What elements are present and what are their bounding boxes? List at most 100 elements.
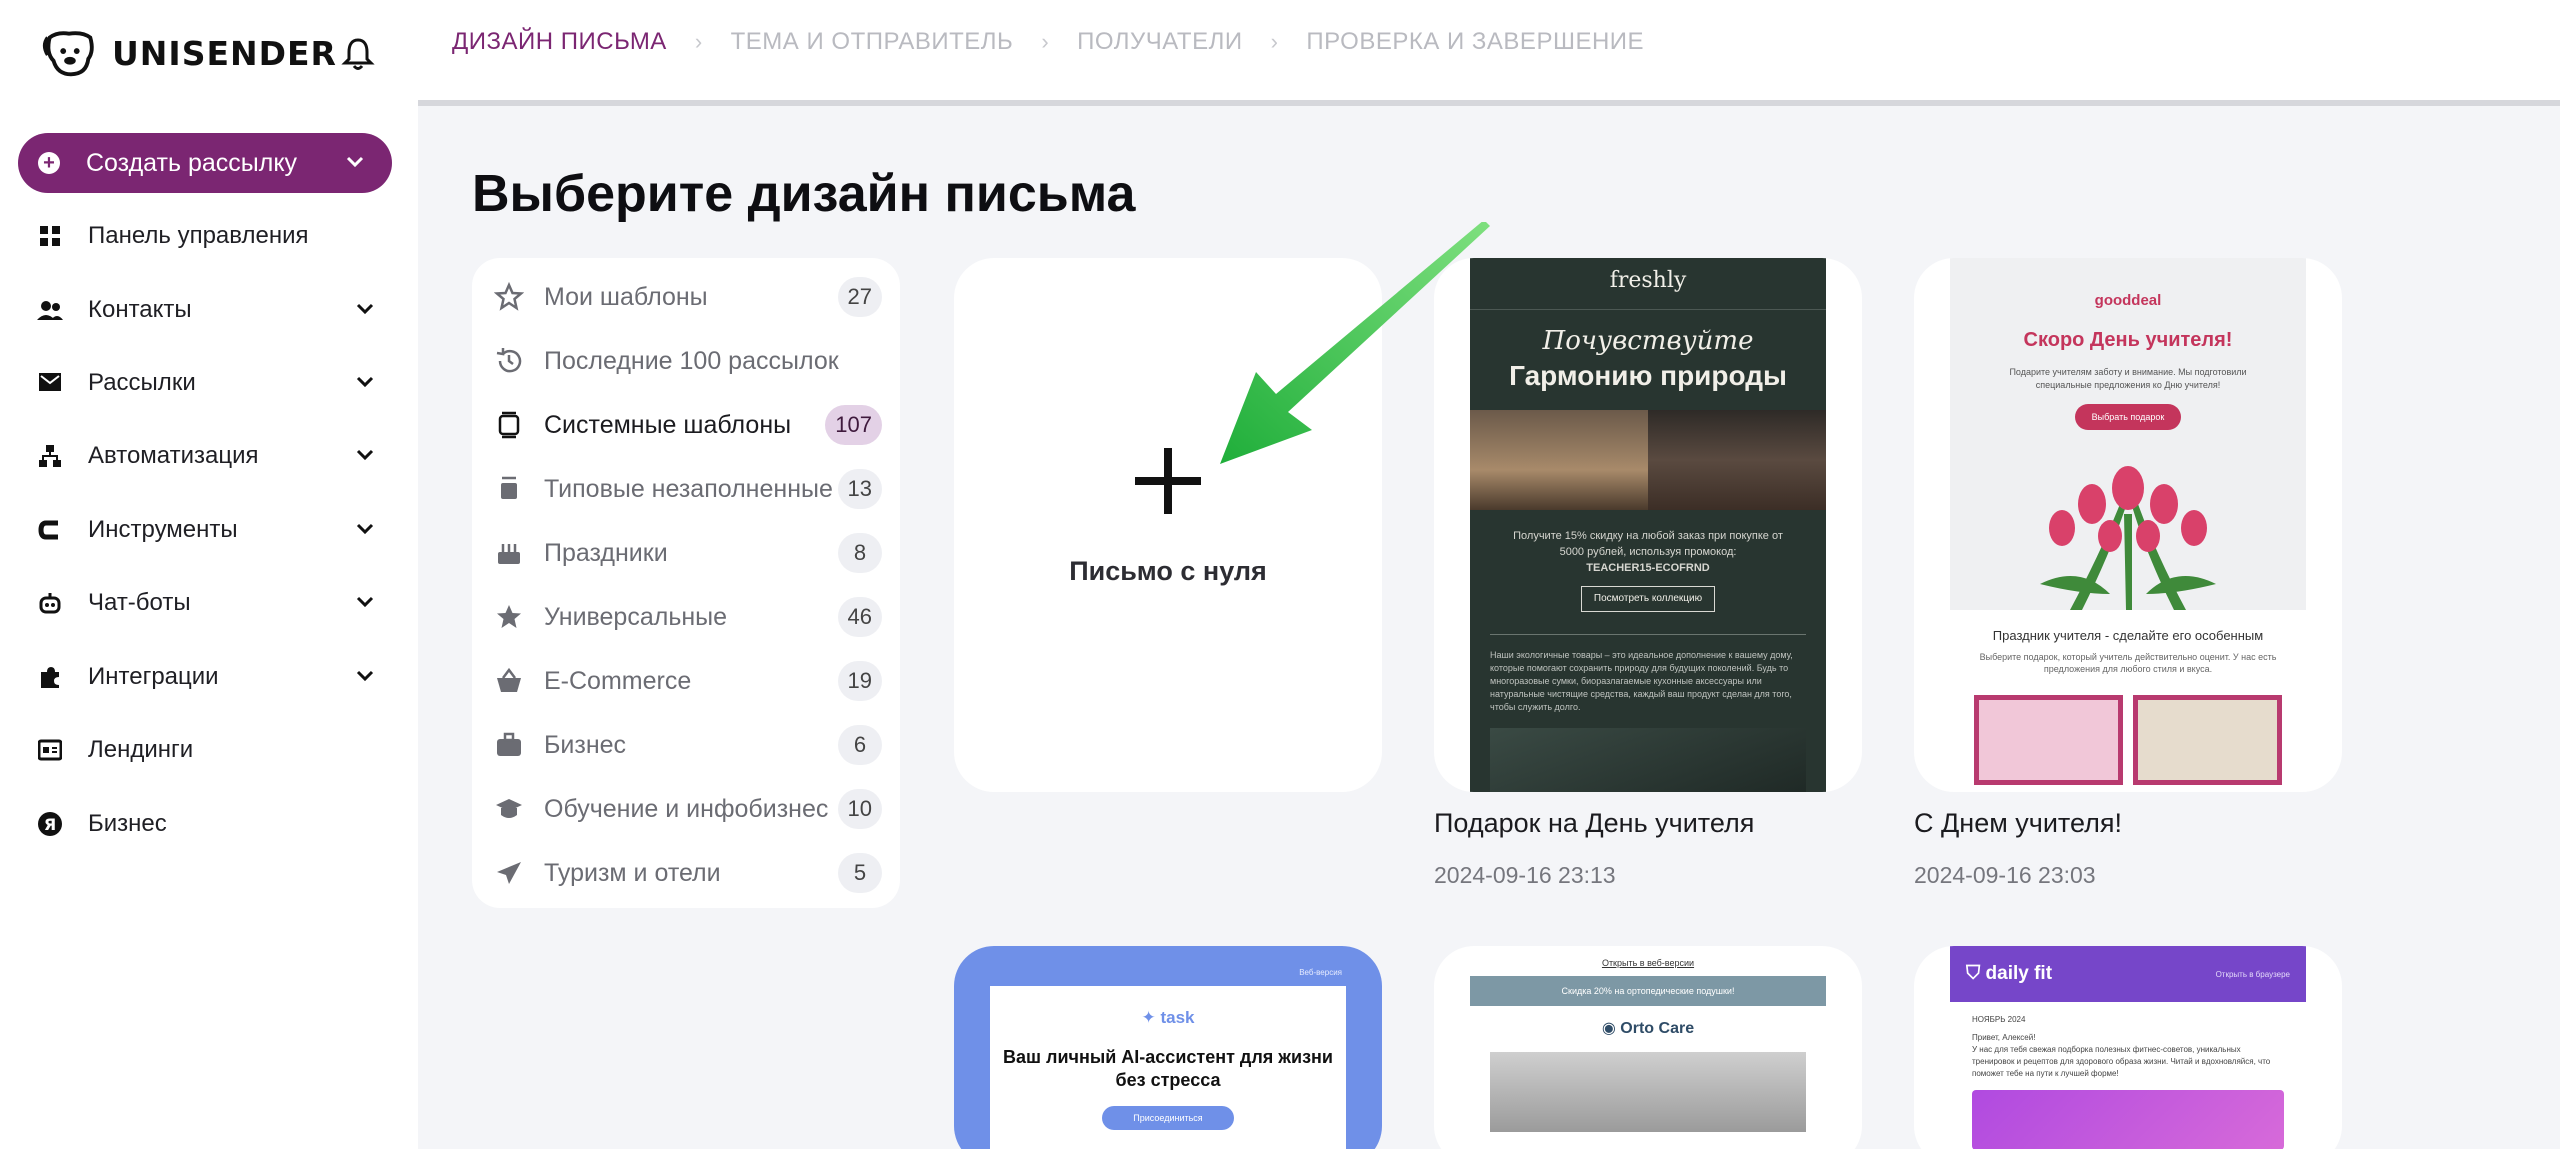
- plus-icon: [1135, 448, 1201, 514]
- create-campaign-button[interactable]: + Создать рассылку: [18, 133, 392, 193]
- category-label: Бизнес: [544, 730, 627, 759]
- preview-pillow-image: [1490, 1052, 1806, 1132]
- sidebar-item-label: Интеграции: [88, 663, 219, 690]
- preview-button: Выбрать подарок: [2075, 404, 2181, 430]
- category-last-100[interactable]: Последние 100 рассылок: [492, 336, 882, 386]
- preview-product-images: [1950, 675, 2306, 785]
- category-holidays[interactable]: Праздники 8: [492, 528, 882, 578]
- template-card-teacher-gift[interactable]: freshly Почувствуйте Гармонию природы По…: [1434, 258, 1862, 792]
- category-my-templates[interactable]: Мои шаблоны 27: [492, 272, 882, 322]
- category-tourism[interactable]: Туризм и отели 5: [492, 848, 882, 898]
- landing-icon: [36, 736, 64, 764]
- sidebar-item-landings[interactable]: Лендинги: [36, 726, 376, 774]
- preview-button: Посмотреть коллекцию: [1581, 586, 1715, 612]
- templates-icon: [492, 408, 526, 442]
- category-count: 8: [838, 533, 882, 573]
- tools-icon: [36, 516, 64, 544]
- sidebar-item-dashboard[interactable]: Панель управления: [36, 212, 376, 260]
- chatbot-icon: [36, 589, 64, 617]
- preview-discount-band: Скидка 20% на ортопедические подушки!: [1470, 976, 1826, 1006]
- preview-web-version-tag: Веб-версия: [1299, 968, 1342, 977]
- preview-brand: gooddeal: [2094, 292, 2162, 309]
- chevron-down-icon: [356, 449, 374, 461]
- template-preview: Открыть в веб-версии Скидка 20% на ортоп…: [1470, 958, 1826, 1132]
- star-icon: [492, 280, 526, 314]
- preview-button: Присоединиться: [1102, 1106, 1234, 1130]
- template-preview: ⛉ daily fit Открыть в браузере НОЯБРЬ 20…: [1950, 946, 2306, 1149]
- category-count: 5: [838, 853, 882, 893]
- sidebar-item-chatbots[interactable]: Чат-боты: [36, 579, 376, 627]
- category-count: 27: [837, 277, 882, 317]
- step-subject-sender[interactable]: ТЕМА И ОТПРАВИТЕЛЬ: [731, 28, 1014, 56]
- sidebar-item-label: Чат-боты: [88, 589, 191, 616]
- preview-promo-highlight: 15% скидку: [1564, 530, 1624, 542]
- category-count: 10: [837, 789, 882, 829]
- sidebar-item-label: Автоматизация: [88, 442, 259, 469]
- wizard-steps: ДИЗАЙН ПИСЬМА › ТЕМА И ОТПРАВИТЕЛЬ › ПОЛ…: [452, 28, 1644, 56]
- shield-icon: ⛉: [1966, 963, 1986, 984]
- mail-icon: [36, 369, 64, 397]
- template-date: 2024-09-16 23:13: [1434, 862, 1616, 888]
- category-label: Типовые незаполненные: [544, 474, 833, 503]
- category-label: Последние 100 рассылок: [544, 346, 839, 375]
- dashboard-icon: [36, 222, 64, 250]
- sidebar-item-tools[interactable]: Инструменты: [36, 506, 376, 554]
- category-education[interactable]: Обучение и инфобизнес 10: [492, 784, 882, 834]
- wizard-steps-bar: ДИЗАЙН ПИСЬМА › ТЕМА И ОТПРАВИТЕЛЬ › ПОЛ…: [418, 0, 2560, 106]
- step-recipients[interactable]: ПОЛУЧАТЕЛИ: [1077, 28, 1242, 56]
- category-ecommerce[interactable]: E-Commerce 19: [492, 656, 882, 706]
- step-design[interactable]: ДИЗАЙН ПИСЬМА: [452, 28, 667, 56]
- category-system-templates[interactable]: Системные шаблоны 107: [492, 400, 882, 450]
- template-name: Подарок на День учителя: [1434, 808, 1755, 838]
- template-card-daily-fit[interactable]: ⛉ daily fit Открыть в браузере НОЯБРЬ 20…: [1914, 946, 2342, 1149]
- preview-photos: [1470, 410, 1826, 510]
- puzzle-icon: [36, 663, 64, 691]
- history-icon: [492, 344, 526, 378]
- category-business[interactable]: Бизнес 6: [492, 720, 882, 770]
- preview-promo-prefix: Получите: [1513, 530, 1562, 542]
- graduation-icon: [492, 792, 526, 826]
- basket-icon: [492, 664, 526, 698]
- sidebar-item-automation[interactable]: Автоматизация: [36, 432, 376, 480]
- preview-brand: ✦ task: [1141, 1008, 1195, 1027]
- category-label: Мои шаблоны: [544, 282, 708, 311]
- category-label: Системные шаблоны: [544, 410, 792, 439]
- template-date: 2024-09-16 23:03: [1914, 862, 2096, 888]
- chevron-down-icon: [356, 523, 374, 535]
- plus-circle-icon: +: [38, 152, 60, 174]
- template-categories: Мои шаблоны 27 Последние 100 рассылок Си…: [472, 258, 900, 908]
- contacts-icon: [36, 296, 64, 324]
- chevron-down-icon: [346, 156, 364, 168]
- category-count: 107: [825, 405, 882, 445]
- blank-letter-card[interactable]: Письмо с нуля: [954, 258, 1382, 792]
- automation-icon: [36, 442, 64, 470]
- sidebar-item-integrations[interactable]: Интеграции: [36, 653, 376, 701]
- chevron-right-icon: ›: [694, 29, 703, 54]
- yandex-icon: Я: [36, 810, 64, 838]
- step-review-finish[interactable]: ПРОВЕРКА И ЗАВЕРШЕНИЕ: [1306, 28, 1644, 56]
- preview-tulips-image: [1950, 444, 2306, 610]
- preview-heading-italic: Почувствуйте: [1542, 326, 1754, 356]
- category-blank-standard[interactable]: Типовые незаполненные 13: [492, 464, 882, 514]
- chevron-down-icon: [356, 670, 374, 682]
- category-universal[interactable]: Универсальные 46: [492, 592, 882, 642]
- bell-icon[interactable]: [338, 34, 378, 74]
- preview-browser-link: Открыть в браузере: [2215, 969, 2290, 979]
- sidebar-item-label: Лендинги: [88, 736, 194, 763]
- plane-icon: [492, 856, 526, 890]
- create-campaign-label: Создать рассылку: [86, 148, 298, 177]
- sidebar-item-label: Инструменты: [88, 516, 238, 543]
- template-card-teachers-day[interactable]: gooddeal Скоро День учителя! Подарите уч…: [1914, 258, 2342, 792]
- logo[interactable]: UNISENDER: [40, 24, 337, 82]
- sidebar: UNISENDER + Создать рассылку Панель упра…: [0, 0, 418, 1149]
- category-count: 46: [837, 597, 882, 637]
- sidebar-item-business[interactable]: Я Бизнес: [36, 800, 376, 848]
- template-card-orto-care[interactable]: Открыть в веб-версии Скидка 20% на ортоп…: [1434, 946, 1862, 1149]
- template-card-ai-assistant[interactable]: Веб-версия ✦ task Ваш личный AI-ассистен…: [954, 946, 1382, 1149]
- preview-photo: [1490, 728, 1806, 792]
- dog-logo-icon: [42, 31, 94, 77]
- sidebar-item-contacts[interactable]: Контакты: [36, 286, 376, 334]
- category-count: 13: [837, 469, 882, 509]
- briefcase-icon: [492, 728, 526, 762]
- sidebar-item-campaigns[interactable]: Рассылки: [36, 359, 376, 407]
